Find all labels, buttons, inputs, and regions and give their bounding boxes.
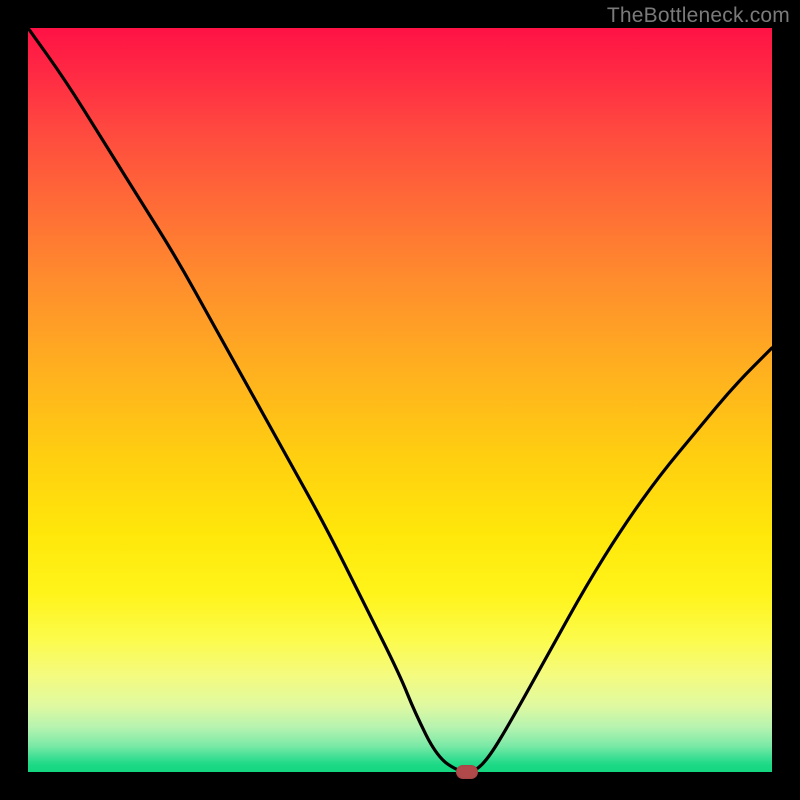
bottleneck-curve [28,28,772,772]
chart-frame: TheBottleneck.com [0,0,800,800]
bottleneck-marker [456,765,478,779]
plot-area [28,28,772,772]
watermark-text: TheBottleneck.com [607,4,790,28]
